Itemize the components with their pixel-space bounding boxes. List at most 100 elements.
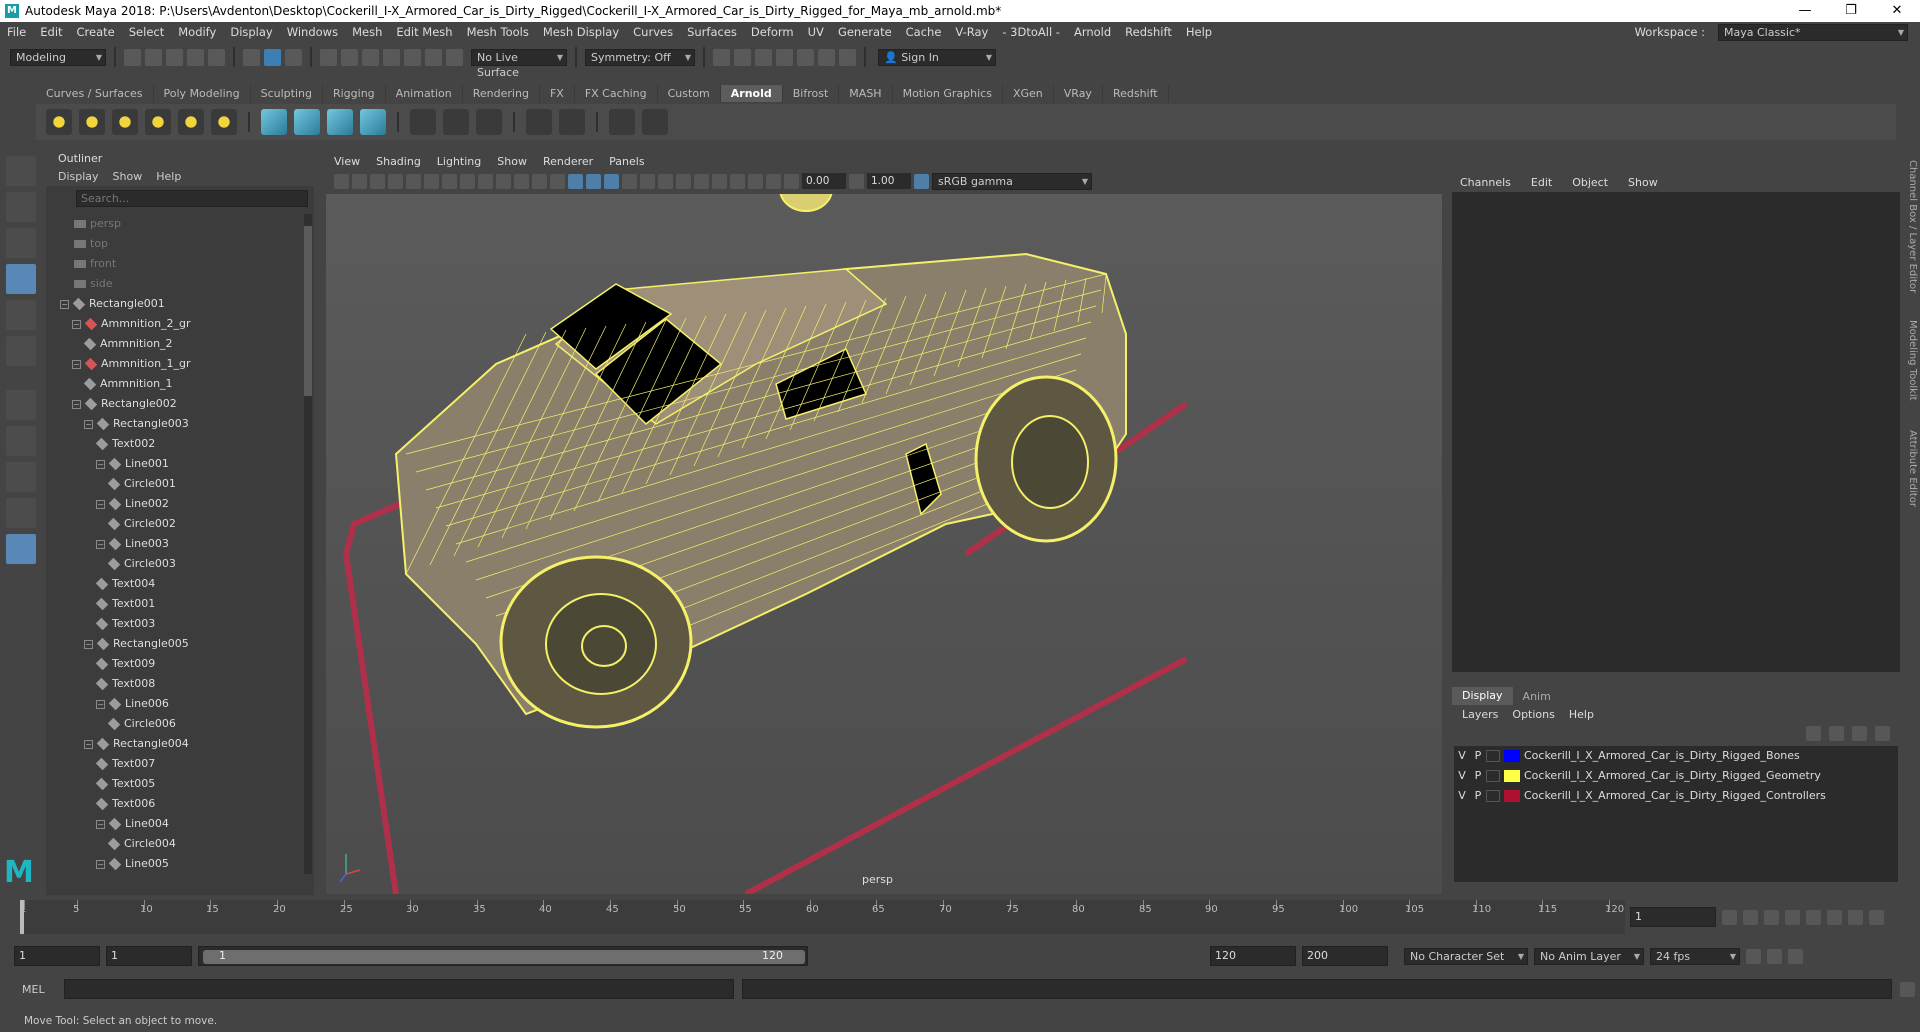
symmetry-dropdown[interactable]: Symmetry: Off: [585, 48, 695, 66]
render-settings-icon[interactable]: [776, 48, 793, 66]
layer-playback-toggle[interactable]: P: [1470, 766, 1486, 786]
menu-uv[interactable]: UV: [801, 25, 831, 39]
outliner-item[interactable]: − Rectangle003: [46, 414, 304, 434]
outliner-item[interactable]: Circle002: [46, 514, 304, 534]
paint-select-tool-icon[interactable]: [6, 228, 36, 258]
outliner-item[interactable]: Text004: [46, 574, 304, 594]
xray-joints-icon[interactable]: [766, 173, 781, 189]
undo-icon[interactable]: [187, 48, 204, 66]
step-forward-frame-icon[interactable]: [1827, 909, 1842, 925]
layer-visibility-toggle[interactable]: V: [1454, 746, 1470, 766]
auto-key-icon[interactable]: [1767, 948, 1782, 964]
layer-tab-display[interactable]: Display: [1452, 687, 1513, 705]
area-light-icon[interactable]: [46, 109, 72, 135]
side-tab-channel-box[interactable]: Channel Box / Layer Editor: [1902, 160, 1918, 293]
range-slider[interactable]: 1 120: [198, 946, 808, 966]
layer-display-type[interactable]: [1486, 770, 1500, 782]
outliner-layout-icon[interactable]: [6, 534, 36, 564]
pause-icon[interactable]: [839, 48, 856, 66]
select-component-icon[interactable]: [285, 48, 302, 66]
move-layer-down-icon[interactable]: [1829, 726, 1844, 741]
sign-in-button[interactable]: 👤 Sign In: [878, 48, 996, 66]
shelf-tab-bifrost[interactable]: Bifrost: [783, 84, 840, 102]
preferences-icon[interactable]: [1788, 948, 1803, 964]
scale-tool-icon[interactable]: [6, 336, 36, 366]
shelf-tab-animation[interactable]: Animation: [386, 84, 463, 102]
outliner-item[interactable]: Text005: [46, 774, 304, 794]
outliner-search-input[interactable]: Search...: [76, 190, 308, 207]
layer-menu-layers[interactable]: Layers: [1462, 706, 1498, 724]
layer-row[interactable]: V P Cockerill_I_X_Armored_Car_is_Dirty_R…: [1454, 766, 1898, 786]
lasso-tool-icon[interactable]: [6, 192, 36, 222]
expand-toggle-icon[interactable]: −: [84, 639, 93, 649]
character-set-dropdown[interactable]: No Character Set: [1404, 947, 1528, 965]
two-d-pan-icon[interactable]: [406, 173, 421, 189]
select-hierarchy-icon[interactable]: [243, 48, 260, 66]
shelf-tab-mash[interactable]: MASH: [839, 84, 893, 102]
outliner-item[interactable]: Text002: [46, 434, 304, 454]
channelbox-menu-show[interactable]: Show: [1628, 176, 1658, 189]
wireframe-icon[interactable]: [568, 173, 583, 189]
outliner-item[interactable]: Text006: [46, 794, 304, 814]
single-pane-layout-icon[interactable]: [6, 426, 36, 456]
loop-icon[interactable]: [1746, 948, 1761, 964]
isolate-select-icon[interactable]: [730, 173, 745, 189]
menu-cache[interactable]: Cache: [899, 25, 949, 39]
standin-icon[interactable]: [261, 109, 287, 135]
outliner-item[interactable]: − Ammnition_2_gr: [46, 314, 304, 334]
layer-visibility-toggle[interactable]: V: [1454, 766, 1470, 786]
expand-toggle-icon[interactable]: −: [84, 419, 93, 429]
play-forwards-icon[interactable]: [1806, 909, 1821, 925]
use-lights-icon[interactable]: [640, 173, 655, 189]
go-to-start-icon[interactable]: [1722, 909, 1737, 925]
new-scene-icon[interactable]: [124, 48, 141, 66]
mode-dropdown[interactable]: Modeling: [10, 48, 106, 66]
texture-manager-icon[interactable]: [410, 109, 436, 135]
color-management-icon[interactable]: [914, 173, 929, 189]
expand-toggle-icon[interactable]: −: [72, 399, 81, 409]
anim-start-field[interactable]: 1: [106, 946, 192, 966]
outliner-item[interactable]: − Line004: [46, 814, 304, 834]
grid-icon[interactable]: [442, 173, 457, 189]
expand-toggle-icon[interactable]: −: [96, 699, 105, 709]
expand-toggle-icon[interactable]: −: [72, 319, 81, 329]
expand-toggle-icon[interactable]: −: [60, 299, 69, 309]
textured-icon[interactable]: [622, 173, 637, 189]
camera-attributes-icon[interactable]: [352, 173, 367, 189]
layer-row[interactable]: V P Cockerill_I_X_Armored_Car_is_Dirty_R…: [1454, 786, 1898, 806]
menu-redshift[interactable]: Redshift: [1118, 25, 1179, 39]
outliner-item[interactable]: − Line005: [46, 854, 304, 874]
photometric-light-icon[interactable]: [112, 109, 138, 135]
layer-menu-options[interactable]: Options: [1512, 706, 1554, 724]
channelbox-menu-object[interactable]: Object: [1572, 176, 1608, 189]
render-frame-icon[interactable]: [713, 48, 730, 66]
resolution-gate-icon[interactable]: [478, 173, 493, 189]
two-pane-layout-icon[interactable]: [6, 498, 36, 528]
layer-color-swatch[interactable]: [1504, 770, 1520, 782]
menu-mesh[interactable]: Mesh: [345, 25, 389, 39]
render-icon[interactable]: [642, 109, 668, 135]
menu-vray[interactable]: V-Ray: [948, 25, 995, 39]
last-tool-icon[interactable]: [6, 390, 36, 420]
outliner-item[interactable]: Text009: [46, 654, 304, 674]
outliner-item[interactable]: Ammnition_2: [46, 334, 304, 354]
four-pane-layout-icon[interactable]: [6, 462, 36, 492]
field-chart-icon[interactable]: [514, 173, 529, 189]
end-time-field[interactable]: 200: [1302, 946, 1388, 966]
outliner-item[interactable]: Text003: [46, 614, 304, 634]
select-tool-icon[interactable]: [6, 156, 36, 186]
outliner-item[interactable]: − Rectangle004: [46, 734, 304, 754]
step-back-frame-icon[interactable]: [1764, 909, 1779, 925]
render-sequence-icon[interactable]: [734, 48, 751, 66]
expand-toggle-icon[interactable]: −: [96, 539, 105, 549]
command-input[interactable]: [64, 979, 734, 999]
film-gate-icon[interactable]: [460, 173, 475, 189]
menu-mesh-tools[interactable]: Mesh Tools: [460, 25, 536, 39]
outliner-item[interactable]: − Ammnition_1_gr: [46, 354, 304, 374]
snap-view-icon[interactable]: [383, 48, 400, 66]
gate-mask-icon[interactable]: [496, 173, 511, 189]
new-empty-layer-icon[interactable]: [1852, 726, 1867, 741]
viewport-persp[interactable]: persp: [326, 194, 1442, 894]
snap-point-icon[interactable]: [362, 48, 379, 66]
curve-collector-icon[interactable]: [327, 109, 353, 135]
